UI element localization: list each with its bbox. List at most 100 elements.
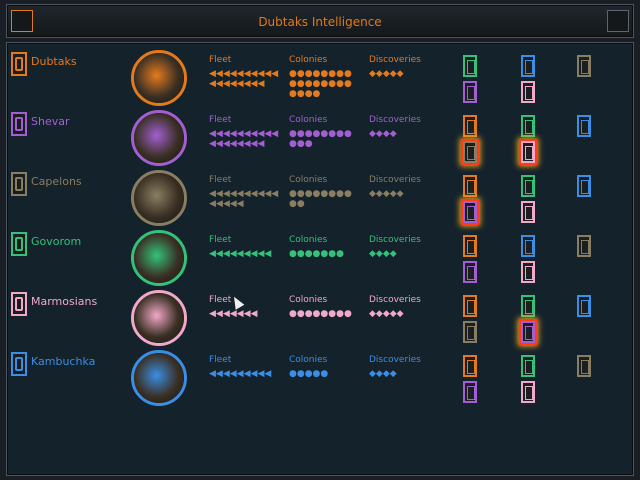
fleet-ships-icons: ◀◀◀◀◀◀◀◀◀◀ ◀◀◀◀◀◀◀◀: [209, 69, 279, 89]
discoveries-icons: ◆◆◆◆: [369, 129, 397, 139]
fleet-label: Fleet: [209, 295, 232, 305]
relation-card-marmosians-war[interactable]: [521, 141, 535, 163]
portrait-art: [134, 173, 184, 223]
relation-card-capelons[interactable]: [463, 321, 477, 343]
relation-card-marmosians[interactable]: [521, 81, 535, 103]
race-emblem-icon[interactable]: [11, 292, 27, 316]
colonies-label: Colonies: [289, 55, 328, 65]
relation-card-kambuchka[interactable]: [577, 295, 591, 317]
relation-card-dubtaks[interactable]: [463, 175, 477, 197]
emblem-mark-icon: [15, 237, 23, 251]
relation-card-shevar[interactable]: [463, 81, 477, 103]
race-portrait[interactable]: [131, 350, 187, 406]
race-name: Dubtaks: [31, 55, 77, 68]
portrait-art: [134, 293, 184, 343]
fleet-ships-icons: ◀◀◀◀◀◀◀◀◀◀ ◀◀◀◀◀: [209, 189, 279, 209]
relation-card-kambuchka[interactable]: [521, 55, 535, 77]
relation-card-govorom[interactable]: [463, 55, 477, 77]
colonies-icons: ●●●●●: [289, 369, 329, 379]
colonies-icons: ●●●●●●●● ●●●: [289, 129, 352, 149]
race-row-shevar: Shevar Fleet Colonies Discoveries ◀◀◀◀◀◀◀◀◀◀…: [7, 107, 633, 167]
relation-card-govorom[interactable]: [521, 115, 535, 137]
race-portrait[interactable]: [131, 230, 187, 286]
fleet-ships-icons: ◀◀◀◀◀◀◀◀◀◀ ◀◀◀◀◀◀◀◀: [209, 129, 279, 149]
discoveries-icons: ◆◆◆◆: [369, 249, 397, 259]
fleet-label: Fleet: [209, 115, 232, 125]
relation-card-govorom[interactable]: [521, 175, 535, 197]
relation-card-capelons[interactable]: [577, 55, 591, 77]
relation-card-shevar[interactable]: [463, 381, 477, 403]
colonies-icons: ●●●●●●●● ●●: [289, 189, 352, 209]
portrait-art: [134, 53, 184, 103]
relation-card-capelons[interactable]: [577, 235, 591, 257]
colonies-icons: ●●●●●●●: [289, 249, 344, 259]
discoveries-icons: ◆◆◆◆◆: [369, 309, 404, 319]
race-emblem-icon[interactable]: [11, 112, 27, 136]
relation-card-kambuchka[interactable]: [521, 235, 535, 257]
race-portrait[interactable]: [131, 110, 187, 166]
colonies-label: Colonies: [289, 175, 328, 185]
relation-card-marmosians[interactable]: [521, 261, 535, 283]
fleet-label: Fleet: [209, 175, 232, 185]
race-name: Govorom: [31, 235, 82, 248]
discoveries-label: Discoveries: [369, 55, 421, 65]
colonies-label: Colonies: [289, 355, 328, 365]
race-portrait[interactable]: [131, 290, 187, 346]
relation-card-shevar-war[interactable]: [463, 201, 477, 223]
race-emblem-icon[interactable]: [11, 352, 27, 376]
relation-card-shevar[interactable]: [463, 261, 477, 283]
emblem-mark-icon: [15, 57, 23, 71]
emblem-mark-icon: [15, 177, 23, 191]
colonies-icons: ●●●●●●●●: [289, 309, 352, 319]
intelligence-panel: Dubtaks Fleet Colonies Discoveries ◀◀◀◀◀◀◀◀◀…: [6, 42, 634, 476]
race-emblem-icon[interactable]: [11, 232, 27, 256]
discoveries-label: Discoveries: [369, 355, 421, 365]
discoveries-label: Discoveries: [369, 175, 421, 185]
race-name: Shevar: [31, 115, 70, 128]
window-title: Dubtaks Intelligence: [258, 15, 382, 29]
discoveries-icons: ◆◆◆◆: [369, 369, 397, 379]
relation-card-capelons[interactable]: [577, 355, 591, 377]
fleet-ships-icons: ◀◀◀◀◀◀◀: [209, 309, 258, 319]
relation-card-marmosians[interactable]: [521, 201, 535, 223]
relation-card-capelons-war[interactable]: [463, 141, 477, 163]
relation-card-marmosians[interactable]: [521, 381, 535, 403]
race-row-capelons: Capelons Fleet Colonies Discoveries ◀◀◀◀◀◀◀◀…: [7, 167, 633, 227]
relation-card-govorom[interactable]: [521, 295, 535, 317]
relation-card-shevar-war[interactable]: [521, 321, 535, 343]
emblem-mark-icon: [15, 357, 23, 371]
race-emblem-icon[interactable]: [11, 52, 27, 76]
colonies-label: Colonies: [289, 235, 328, 245]
close-button[interactable]: [607, 10, 629, 32]
race-portrait[interactable]: [131, 50, 187, 106]
race-portrait[interactable]: [131, 170, 187, 226]
relation-card-kambuchka[interactable]: [577, 115, 591, 137]
discoveries-icons: ◆◆◆◆◆: [369, 69, 404, 79]
relation-card-dubtaks[interactable]: [463, 115, 477, 137]
fleet-ships-icons: ◀◀◀◀◀◀◀◀◀: [209, 249, 272, 259]
title-bar: Dubtaks Intelligence: [6, 4, 634, 38]
fleet-label: Fleet: [209, 55, 232, 65]
race-name: Capelons: [31, 175, 82, 188]
colonies-label: Colonies: [289, 115, 328, 125]
portrait-art: [134, 353, 184, 403]
portrait-art: [134, 233, 184, 283]
relation-card-dubtaks[interactable]: [463, 355, 477, 377]
relation-card-dubtaks[interactable]: [463, 235, 477, 257]
discoveries-label: Discoveries: [369, 115, 421, 125]
race-emblem-icon[interactable]: [11, 172, 27, 196]
relation-card-dubtaks[interactable]: [463, 295, 477, 317]
race-row-kambuchka: Kambuchka Fleet Colonies Discoveries ◀◀◀◀◀◀◀…: [7, 347, 633, 407]
relation-card-kambuchka[interactable]: [577, 175, 591, 197]
race-name: Marmosians: [31, 295, 98, 308]
discoveries-label: Discoveries: [369, 295, 421, 305]
race-row-govorom: Govorom Fleet Colonies Discoveries ◀◀◀◀◀◀◀◀◀…: [7, 227, 633, 287]
emblem-mark-icon: [15, 117, 23, 131]
colonies-label: Colonies: [289, 295, 328, 305]
discoveries-icons: ◆◆◆◆◆: [369, 189, 404, 199]
relation-card-govorom[interactable]: [521, 355, 535, 377]
emblem-mark-icon: [15, 297, 23, 311]
fleet-label: Fleet: [209, 235, 232, 245]
fleet-label: Fleet: [209, 355, 232, 365]
race-row-dubtaks: Dubtaks Fleet Colonies Discoveries ◀◀◀◀◀◀◀◀◀…: [7, 47, 633, 107]
